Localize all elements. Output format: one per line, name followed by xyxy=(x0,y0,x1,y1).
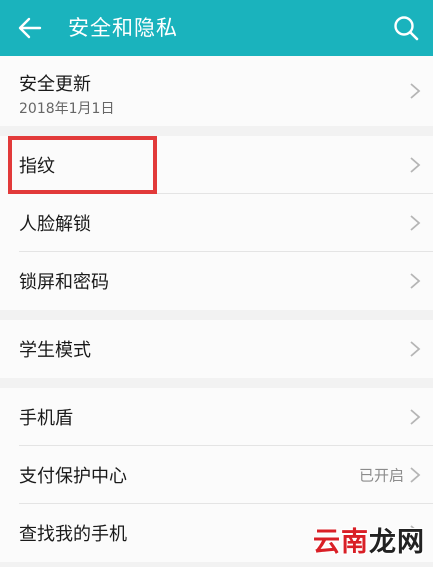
fingerprint-label: 指纹 xyxy=(19,156,55,177)
phone-shield-label: 手机盾 xyxy=(19,408,73,429)
chevron-right-icon xyxy=(410,83,421,99)
lock-group: 指纹 人脸解锁 锁屏和密码 xyxy=(0,136,433,310)
chevron-right-icon xyxy=(410,467,421,483)
phone-shield-item[interactable]: 手机盾 xyxy=(0,388,433,446)
student-group: 学生模式 xyxy=(0,320,433,378)
security-update-label: 安全更新 xyxy=(19,74,91,95)
student-mode-item[interactable]: 学生模式 xyxy=(0,320,433,378)
chevron-right-icon xyxy=(410,273,421,289)
payment-protection-label: 支付保护中心 xyxy=(19,466,127,487)
face-unlock-item[interactable]: 人脸解锁 xyxy=(0,194,433,252)
find-my-phone-label: 查找我的手机 xyxy=(19,524,127,545)
watermark-part1: 云南 xyxy=(313,526,369,558)
chevron-right-icon xyxy=(410,215,421,231)
face-unlock-label: 人脸解锁 xyxy=(19,214,91,235)
lockscreen-password-label: 锁屏和密码 xyxy=(19,272,109,293)
back-button[interactable] xyxy=(14,12,46,44)
watermark-part2: 龙网 xyxy=(369,526,425,558)
student-mode-label: 学生模式 xyxy=(19,340,91,361)
settings-page: 安全和隐私 安全更新 2018年1月1日 指纹 人脸解锁 锁屏和密码 学生模式 … xyxy=(0,0,433,567)
security-update-item[interactable]: 安全更新 2018年1月1日 xyxy=(0,56,433,126)
page-title: 安全和隐私 xyxy=(68,16,178,40)
chevron-right-icon xyxy=(410,341,421,357)
chevron-right-icon xyxy=(410,157,421,173)
fingerprint-item[interactable]: 指纹 xyxy=(0,136,433,194)
search-icon xyxy=(394,16,419,41)
app-header: 安全和隐私 xyxy=(0,0,433,56)
chevron-right-icon xyxy=(410,409,421,425)
search-button[interactable] xyxy=(389,11,423,45)
lockscreen-password-item[interactable]: 锁屏和密码 xyxy=(0,252,433,310)
update-group: 安全更新 2018年1月1日 xyxy=(0,56,433,126)
back-arrow-icon xyxy=(18,17,42,39)
payment-protection-status: 已开启 xyxy=(358,466,404,485)
payment-protection-item[interactable]: 支付保护中心 已开启 xyxy=(0,446,433,504)
watermark: 云南 龙网 xyxy=(313,520,425,558)
security-update-date: 2018年1月1日 xyxy=(19,101,115,117)
